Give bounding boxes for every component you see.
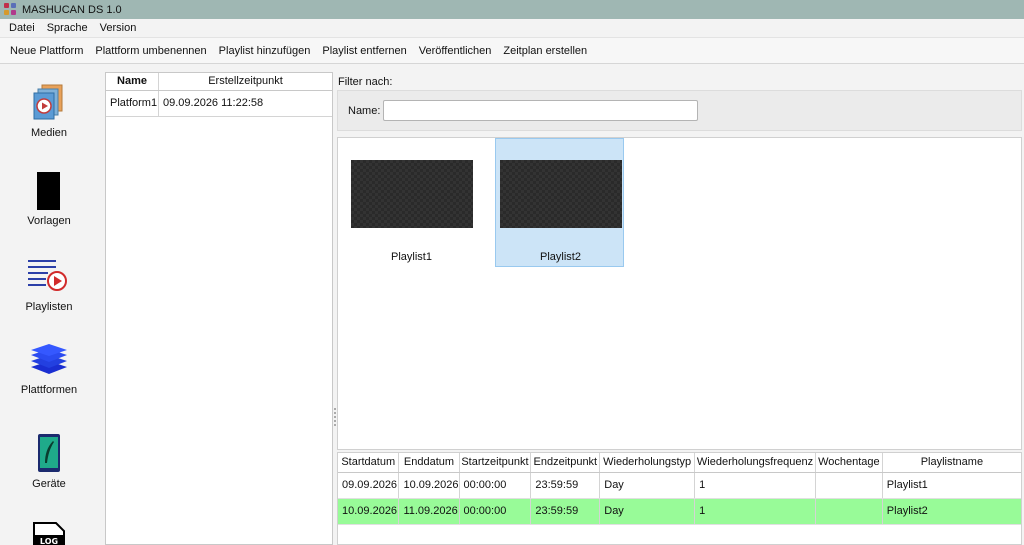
- filter-name-label: Name:: [348, 105, 381, 117]
- playlist-tiles-panel: Playlist1 Playlist2: [337, 137, 1022, 450]
- column-header-startzeitpunkt[interactable]: Startzeitpunkt: [459, 453, 532, 473]
- cell-enddatum: 10.09.2026: [398, 472, 460, 499]
- filter-panel: Name:: [337, 90, 1022, 131]
- phone-icon: [38, 434, 60, 472]
- toolbar: Neue Plattform Plattform umbenennen Play…: [0, 38, 1024, 64]
- column-header-enddatum[interactable]: Enddatum: [398, 453, 460, 473]
- playlist-tile[interactable]: Playlist1: [347, 139, 476, 268]
- sidebar-label-vorlagen: Vorlagen: [27, 215, 71, 227]
- cell-startzeitpunkt: 00:00:00: [459, 472, 532, 499]
- column-header-endzeitpunkt[interactable]: Endzeitpunkt: [530, 453, 601, 473]
- column-header-wiederholungstyp[interactable]: Wiederholungstyp: [599, 453, 696, 473]
- cell-wiederholungstyp: Day: [599, 472, 696, 499]
- column-header-name[interactable]: Name: [106, 73, 159, 90]
- sidebar-label-geraete: Geräte: [32, 478, 66, 490]
- column-header-created[interactable]: Erstellzeitpunkt: [159, 73, 332, 90]
- playlist-thumbnail: [351, 160, 473, 228]
- remove-playlist-button[interactable]: Playlist entfernen: [316, 45, 412, 57]
- playlist-tile-name: Playlist1: [391, 251, 432, 263]
- menu-version[interactable]: Version: [94, 22, 143, 34]
- publish-button[interactable]: Veröffentlichen: [413, 45, 498, 57]
- menu-sprache[interactable]: Sprache: [41, 22, 94, 34]
- sidebar-item-playlisten[interactable]: Playlisten: [0, 255, 98, 317]
- schedule-row[interactable]: 09.09.2026 10.09.2026 00:00:00 23:59:59 …: [338, 472, 1021, 499]
- cell-wiederholungsfrequenz: 1: [694, 472, 816, 499]
- create-schedule-button[interactable]: Zeitplan erstellen: [497, 45, 593, 57]
- playlist-tile-selected[interactable]: Playlist2: [495, 138, 624, 267]
- playlist-tile-name: Playlist2: [540, 251, 581, 263]
- filter-title: Filter nach:: [338, 76, 393, 88]
- cell-wochentage: [815, 498, 883, 525]
- app-logo-icon: [4, 3, 17, 16]
- media-icon: [33, 84, 63, 120]
- window-title: MASHUCAN DS 1.0: [22, 3, 122, 16]
- sidebar-item-medien[interactable]: Medien: [0, 79, 98, 145]
- cell-playlistname: Playlist1: [882, 472, 1021, 499]
- cell-endzeitpunkt: 23:59:59: [530, 498, 601, 525]
- template-icon: [37, 172, 60, 210]
- add-playlist-button[interactable]: Playlist hinzufügen: [213, 45, 317, 57]
- column-header-wiederholungsfrequenz[interactable]: Wiederholungsfrequenz: [694, 453, 816, 473]
- platform-name-cell: Platform1: [106, 91, 159, 116]
- schedule-table: Startdatum Enddatum Startzeitpunkt Endze…: [337, 452, 1022, 545]
- sidebar-item-vorlagen[interactable]: Vorlagen: [0, 169, 98, 231]
- sidebar-label-playlisten: Playlisten: [25, 301, 73, 313]
- column-header-wochentage[interactable]: Wochentage: [815, 453, 883, 473]
- sidebar-item-plattformen[interactable]: Plattformen: [0, 341, 98, 401]
- platform-list: Name Erstellzeitpunkt Platform1 09.09.20…: [105, 72, 333, 545]
- sidebar-item-log[interactable]: LOG: [0, 521, 98, 545]
- title-bar: MASHUCAN DS 1.0: [0, 0, 1024, 19]
- new-platform-button[interactable]: Neue Plattform: [4, 45, 89, 57]
- cell-endzeitpunkt: 23:59:59: [530, 472, 601, 499]
- rename-platform-button[interactable]: Plattform umbenennen: [89, 45, 212, 57]
- cell-wiederholungstyp: Day: [599, 498, 696, 525]
- cell-startdatum: 10.09.2026: [338, 498, 400, 525]
- schedule-row-highlighted[interactable]: 10.09.2026 11.09.2026 00:00:00 23:59:59 …: [338, 498, 1021, 525]
- column-header-startdatum[interactable]: Startdatum: [338, 453, 400, 473]
- log-icon: LOG: [33, 522, 65, 545]
- platform-row[interactable]: Platform1 09.09.2026 11:22:58: [106, 91, 332, 117]
- cell-enddatum: 11.09.2026: [398, 498, 460, 525]
- cell-startzeitpunkt: 00:00:00: [459, 498, 532, 525]
- platform-created-cell: 09.09.2026 11:22:58: [163, 97, 264, 109]
- cell-wiederholungsfrequenz: 1: [694, 498, 816, 525]
- filter-name-input[interactable]: [383, 100, 698, 121]
- cell-startdatum: 09.09.2026: [338, 472, 400, 499]
- sidebar-label-plattformen: Plattformen: [20, 384, 78, 396]
- layers-icon: [31, 344, 67, 374]
- svg-text:LOG: LOG: [40, 537, 58, 545]
- menu-bar: Datei Sprache Version: [0, 19, 1024, 38]
- sidebar-label-medien: Medien: [30, 127, 68, 139]
- playlist-thumbnail: [500, 160, 622, 228]
- column-header-playlistname[interactable]: Playlistname: [882, 453, 1021, 473]
- menu-datei[interactable]: Datei: [3, 22, 41, 34]
- platform-list-header: Name Erstellzeitpunkt: [106, 73, 332, 91]
- sidebar-item-geraete[interactable]: Geräte: [0, 431, 98, 493]
- schedule-header-row: Startdatum Enddatum Startzeitpunkt Endze…: [338, 453, 1021, 473]
- cell-playlistname: Playlist2: [882, 498, 1021, 525]
- playlist-icon: [28, 260, 67, 291]
- cell-wochentage: [815, 472, 883, 499]
- sidebar: Medien Vorlagen Playlisten Plattformen G…: [0, 65, 98, 545]
